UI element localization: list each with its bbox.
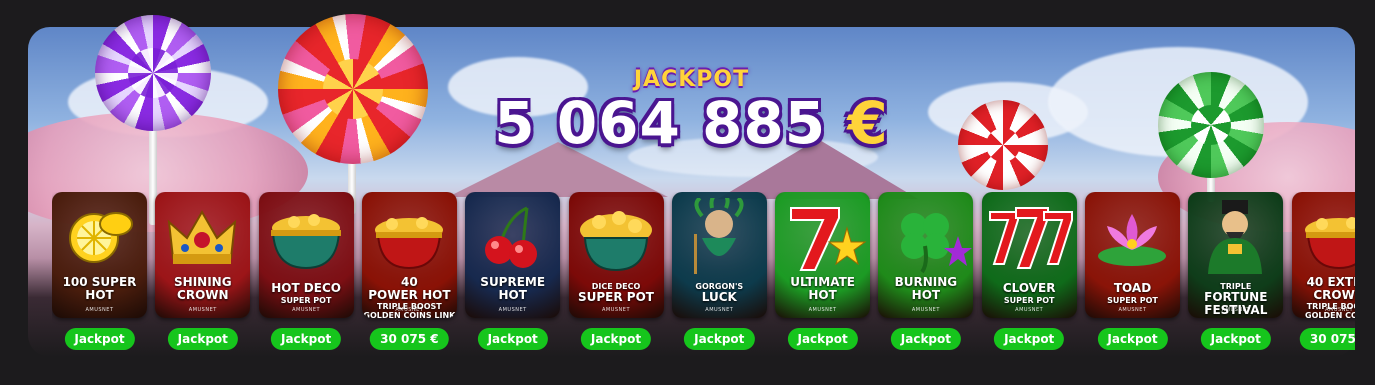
jackpot-badge[interactable]: Jackpot: [890, 328, 962, 350]
game-subtitle: SUPER POT: [578, 290, 654, 304]
games-carousel[interactable]: 100 SUPER HOT AMUSNET Jackpot SHINING CROWN…: [52, 192, 1355, 357]
game-card[interactable]: BURNING HOT AMUSNET Jackpot: [878, 192, 974, 350]
game-tile[interactable]: SUPREME HOT AMUSNET: [465, 192, 561, 318]
game-title: SHINING CROWN: [174, 275, 232, 302]
jackpot-currency: €: [847, 89, 889, 157]
provider-label: AMUSNET: [705, 307, 734, 313]
game-title: HOT DECO: [271, 281, 341, 295]
sevens-icon: [982, 198, 1077, 274]
jackpot-badge[interactable]: Jackpot: [477, 328, 548, 350]
jackpot-value: 5 064 885: [494, 89, 827, 157]
provider-label: AMUSNET: [188, 307, 217, 313]
jackpot-badge[interactable]: Jackpot: [994, 328, 1065, 350]
game-subtitle: SUPER POT: [280, 296, 332, 305]
jackpot-badge[interactable]: Jackpot: [1200, 328, 1271, 350]
game-tile[interactable]: SHINING CROWN AMUSNET: [155, 192, 251, 318]
game-tile[interactable]: TRIPLE FORTUNE FESTIVAL AMUSNET: [1188, 192, 1284, 318]
provider-label: AMUSNET: [395, 307, 424, 313]
game-card[interactable]: TRIPLE FORTUNE FESTIVAL AMUSNET Jackpot: [1188, 192, 1284, 350]
jackpot-badge[interactable]: Jackpot: [684, 328, 755, 350]
game-title: ULTIMATE HOT: [790, 275, 855, 302]
game-title: SUPREME HOT: [480, 275, 546, 302]
game-tile[interactable]: 40 POWER HOT TRIPLE BOOST GOLDEN COINS LI…: [361, 192, 457, 318]
game-card[interactable]: 40 POWER HOT TRIPLE BOOST GOLDEN COINS LI…: [361, 192, 457, 350]
jackpot-badge[interactable]: Jackpot: [580, 328, 652, 350]
pot-icon: [259, 198, 354, 274]
game-tile[interactable]: DICE DECO SUPER POT AMUSNET: [568, 192, 664, 318]
game-tile[interactable]: CLOVER SUPER POT AMUSNET: [981, 192, 1077, 318]
redpot-icon: [1292, 198, 1355, 274]
provider-label: AMUSNET: [85, 307, 114, 313]
provider-label: AMUSNET: [1221, 307, 1250, 313]
game-title: 40 EXTRA CROWN: [1306, 275, 1355, 302]
game-tile[interactable]: HOT DECO SUPER POT AMUSNET: [258, 192, 354, 318]
jackpot-badge[interactable]: Jackpot: [270, 328, 342, 350]
crown-icon: [155, 198, 250, 274]
game-card[interactable]: TOAD SUPER POT AMUSNET Jackpot: [1085, 192, 1180, 350]
game-tile[interactable]: 100 SUPER HOT AMUSNET: [52, 192, 147, 318]
game-title: TOAD: [1113, 281, 1152, 295]
game-card[interactable]: 100 SUPER HOT AMUSNET Jackpot: [52, 192, 147, 350]
game-title: 100 SUPER HOT: [62, 275, 137, 302]
seven-icon: [775, 198, 870, 274]
coins-icon: [569, 198, 664, 274]
game-card[interactable]: HOT DECO SUPER POT AMUSNET Jackpot: [258, 192, 354, 350]
jackpot-badge[interactable]: 30 075 €: [1299, 328, 1355, 350]
game-card[interactable]: DICE DECO SUPER POT AMUSNET Jackpot: [568, 192, 664, 350]
lotus-icon: [1085, 198, 1180, 274]
game-subtitle: SUPER POT: [1107, 296, 1158, 305]
jackpot-badge[interactable]: 30 075 €: [370, 328, 449, 350]
game-card[interactable]: 40 EXTRA CROWNTRIPLE BOOST GOLDEN COINSA…: [1291, 192, 1355, 350]
gorgon-icon: [672, 192, 767, 274]
cherry-icon: [465, 198, 560, 274]
game-tile[interactable]: 40 EXTRA CROWNTRIPLE BOOST GOLDEN COINSA…: [1291, 192, 1355, 318]
game-card[interactable]: SHINING CROWN AMUSNET Jackpot: [155, 192, 251, 350]
jackpot-badge[interactable]: Jackpot: [787, 328, 858, 350]
game-card[interactable]: GORGON'S LUCK AMUSNET Jackpot: [671, 192, 767, 350]
game-subtitle: FORTUNE FESTIVAL: [1204, 290, 1268, 317]
game-card[interactable]: SUPREME HOT AMUSNET Jackpot: [465, 192, 561, 350]
game-title: CLOVER: [1002, 281, 1056, 295]
jackpot-badge[interactable]: Jackpot: [64, 328, 135, 350]
redpot-icon: [362, 198, 457, 274]
provider-label: AMUSNET: [1118, 307, 1147, 313]
provider-label: AMUSNET: [1325, 307, 1354, 313]
game-tile[interactable]: ULTIMATE HOT AMUSNET: [775, 192, 871, 318]
game-tile[interactable]: GORGON'S LUCK AMUSNET: [671, 192, 767, 318]
provider-label: AMUSNET: [1015, 307, 1044, 313]
game-title: BURNING HOT: [894, 275, 958, 302]
game-tile[interactable]: TOAD SUPER POT AMUSNET: [1085, 192, 1180, 318]
jackpot-badge[interactable]: Jackpot: [167, 328, 238, 350]
clover-icon: [878, 198, 973, 274]
game-subtitle: LUCK: [701, 290, 737, 304]
provider-label: AMUSNET: [808, 307, 837, 313]
game-card[interactable]: CLOVER SUPER POT AMUSNET Jackpot: [981, 192, 1077, 350]
game-card[interactable]: ULTIMATE HOT AMUSNET Jackpot: [775, 192, 871, 350]
provider-label: AMUSNET: [292, 307, 321, 313]
jackpot-badge[interactable]: Jackpot: [1097, 328, 1168, 350]
provider-label: AMUSNET: [601, 307, 631, 313]
game-title: 40 POWER HOT: [368, 275, 451, 302]
provider-label: AMUSNET: [498, 307, 527, 313]
game-subtitle: SUPER POT: [1003, 296, 1055, 305]
provider-label: AMUSNET: [911, 307, 940, 313]
jackpot-amount: 5 064 885 €: [28, 89, 1355, 157]
lemon-icon: [52, 198, 147, 274]
game-tile[interactable]: BURNING HOT AMUSNET: [878, 192, 974, 318]
god-icon: [1188, 198, 1283, 274]
